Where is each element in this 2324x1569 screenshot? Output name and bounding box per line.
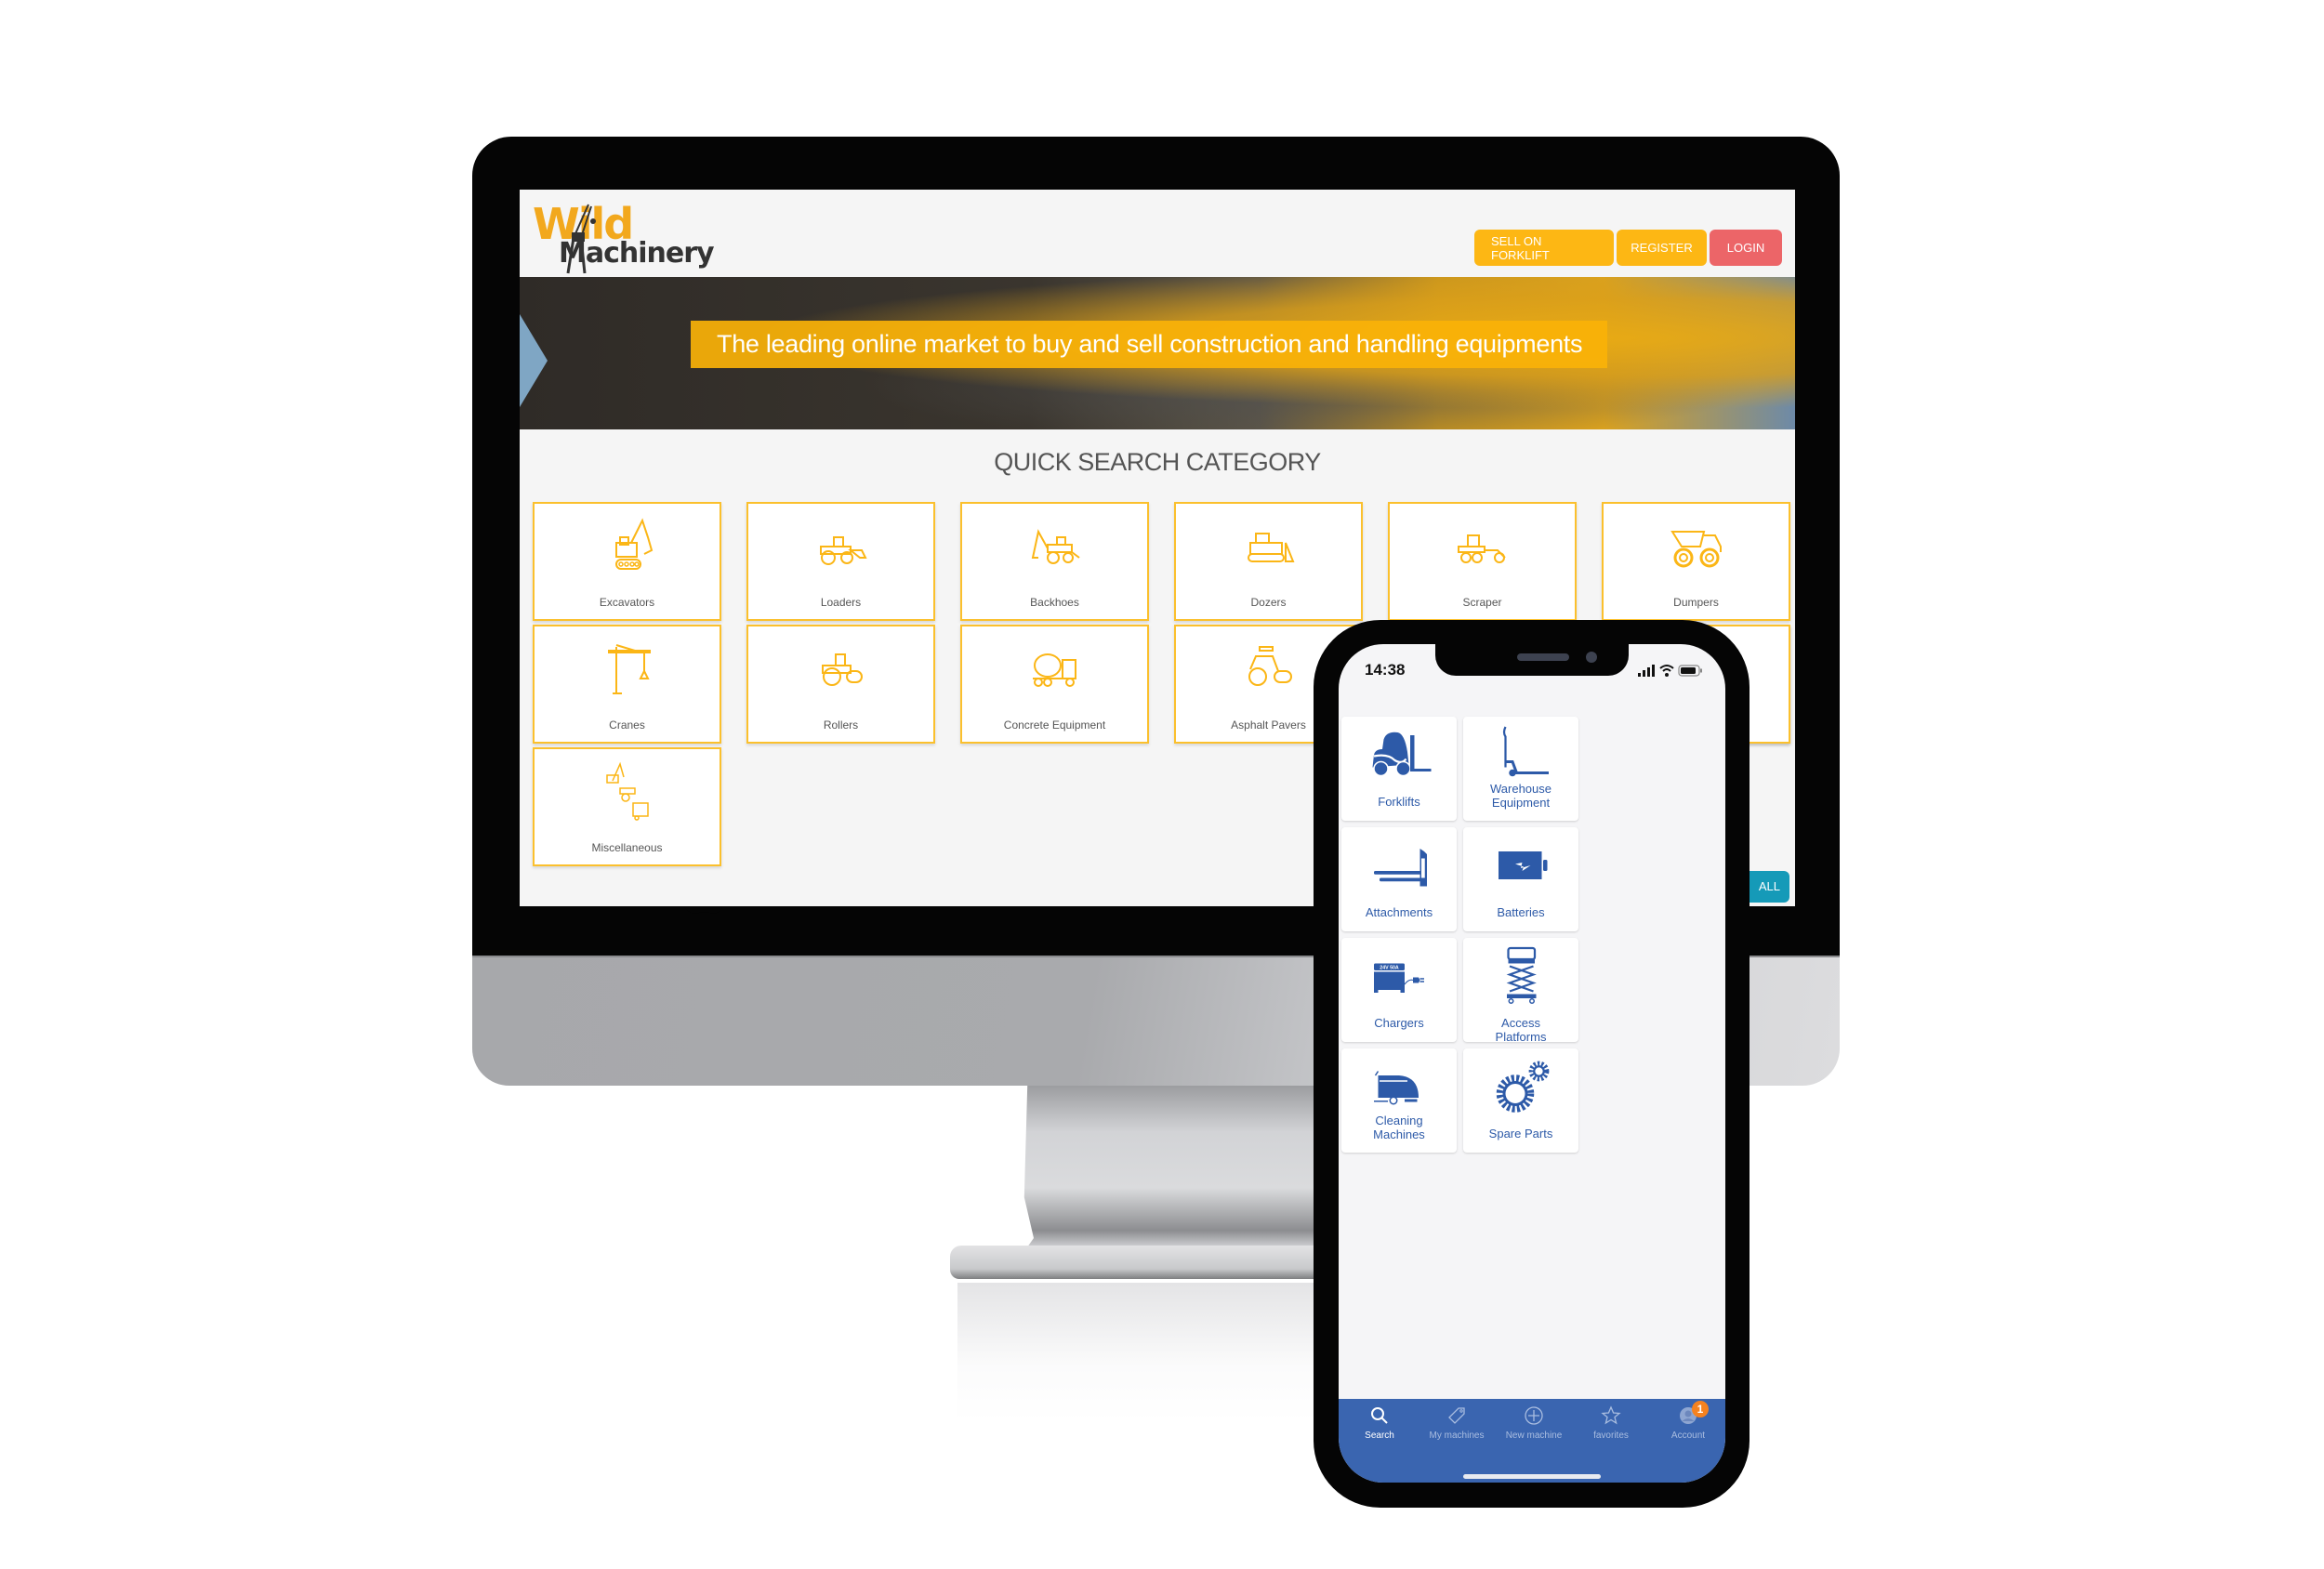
category-label: Cranes [609, 719, 645, 732]
status-icons [1638, 665, 1702, 677]
bottom-tab-bar: Search My machines New machine favorites Acc… [1339, 1399, 1725, 1483]
tab-my-machines[interactable]: My machines [1418, 1404, 1496, 1451]
battery-status-icon [1678, 665, 1702, 677]
notification-badge: 1 [1692, 1401, 1709, 1417]
scraper-icon [1458, 534, 1506, 563]
forklift-icon [1372, 732, 1432, 777]
quick-search-title: QUICK SEARCH CATEGORY [994, 448, 1321, 476]
category-label: Backhoes [1030, 596, 1079, 609]
category-card-loaders[interactable]: Loaders [746, 502, 935, 621]
app-tile-access-platforms[interactable]: Access Platforms [1463, 938, 1578, 1044]
signal-icon [1638, 665, 1655, 677]
asphalt-paver-icon [1248, 646, 1292, 686]
monitor-stand [1018, 1086, 1334, 1272]
crane-icon [608, 644, 651, 694]
category-card-backhoes[interactable]: Backhoes [960, 502, 1149, 621]
hero-sky [520, 314, 548, 407]
tile-label: Access Platforms [1495, 1016, 1547, 1044]
category-label: Excavators [599, 596, 655, 609]
speaker [1517, 653, 1569, 661]
category-label: Miscellaneous [591, 841, 663, 854]
app-tile-warehouse-equipment[interactable]: Warehouse Equipment [1463, 717, 1578, 821]
concrete-mixer-icon [1033, 653, 1076, 687]
category-card-cranes[interactable]: Cranes [533, 625, 721, 744]
tab-label: New machine [1505, 1431, 1563, 1441]
tab-account[interactable]: Account 1 [1649, 1401, 1725, 1451]
charger-icon: 24V 50A [1374, 963, 1424, 993]
dozer-icon [1248, 533, 1295, 562]
register-button[interactable]: REGISTER [1617, 230, 1707, 266]
tile-label: Attachments [1365, 905, 1433, 919]
tile-label: Spare Parts [1488, 1127, 1553, 1140]
home-indicator[interactable] [1463, 1474, 1601, 1479]
status-time: 14:38 [1365, 661, 1406, 679]
plus-circle-icon [1525, 1406, 1543, 1425]
app-tile-chargers[interactable]: 24V 50A Chargers [1341, 938, 1457, 1042]
tab-new-machine[interactable]: New machine [1495, 1404, 1573, 1451]
category-card-concrete-equipment[interactable]: Concrete Equipment [960, 625, 1149, 744]
category-card-dumpers[interactable]: Dumpers [1602, 502, 1790, 621]
category-card-miscellaneous[interactable]: Miscellaneous [533, 747, 721, 866]
tab-label: favorites [1593, 1431, 1629, 1441]
tag-icon [1448, 1407, 1465, 1424]
logo-machinery-text: Machinery [559, 237, 715, 270]
hero-banner-image: The leading online market to buy and sel… [520, 277, 1795, 429]
tab-favorites[interactable]: favorites [1572, 1404, 1650, 1451]
login-button[interactable]: LOGIN [1710, 230, 1782, 266]
stand-reflection [957, 1283, 1329, 1422]
dumper-icon [1670, 531, 1722, 568]
category-card-rollers[interactable]: Rollers [746, 625, 935, 744]
hero-tagline: The leading online market to buy and sel… [691, 321, 1607, 368]
tab-label: Account [1670, 1431, 1706, 1441]
svg-text:24V 50A: 24V 50A [1380, 966, 1399, 971]
star-icon [1601, 1405, 1621, 1425]
app-tile-batteries[interactable]: Batteries [1463, 827, 1578, 931]
site-header: Wild Machinery SELL ON FORKLIFT REGISTER… [520, 190, 1795, 277]
tile-label: Chargers [1374, 1016, 1424, 1030]
category-card-excavators[interactable]: Excavators [533, 502, 721, 621]
fork-attachment-icon [1374, 849, 1427, 887]
tab-label: My machines [1429, 1431, 1485, 1441]
backhoe-icon [1031, 529, 1080, 564]
app-tile-forklifts[interactable]: Forklifts [1341, 717, 1457, 821]
category-card-dozers[interactable]: Dozers [1174, 502, 1363, 621]
category-label: Loaders [820, 596, 862, 609]
wild-machinery-logo[interactable]: Wild Machinery [533, 201, 728, 277]
roller-icon [822, 653, 863, 686]
category-label: Dozers [1250, 596, 1287, 609]
miscellaneous-icon [606, 761, 649, 821]
category-card-scraper[interactable]: Scraper [1388, 502, 1577, 621]
app-tile-attachments[interactable]: Attachments [1341, 827, 1457, 931]
tile-label: Batteries [1497, 905, 1545, 919]
sell-on-forklift-button[interactable]: SELL ON FORKLIFT [1474, 230, 1614, 266]
loader-icon [820, 536, 867, 565]
excavator-icon [615, 518, 654, 570]
app-tile-cleaning-machines[interactable]: Cleaning Machines [1341, 1048, 1457, 1153]
category-label: Concrete Equipment [1003, 719, 1106, 732]
app-tile-spare-parts[interactable]: Spare Parts [1463, 1048, 1578, 1153]
gears-icon [1496, 1061, 1550, 1113]
tile-label: Forklifts [1378, 795, 1420, 809]
mobile-app-screen: 14:38 Forklifts Warehouse Equipment Attach… [1339, 644, 1725, 1483]
monitor-stand-base [950, 1246, 1340, 1279]
front-camera [1586, 652, 1597, 663]
category-label: Scraper [1462, 596, 1502, 609]
battery-icon [1499, 851, 1548, 879]
search-icon [1371, 1407, 1388, 1424]
tab-search[interactable]: Search [1340, 1404, 1419, 1451]
phone-notch [1435, 644, 1629, 676]
header-actions: SELL ON FORKLIFT REGISTER LOGIN [1474, 230, 1782, 266]
tab-label: Search [1365, 1431, 1394, 1441]
tile-label: Warehouse Equipment [1490, 782, 1552, 810]
category-label: Dumpers [1673, 596, 1719, 609]
scissor-lift-icon [1506, 946, 1537, 1004]
tile-label: Cleaning Machines [1373, 1114, 1425, 1141]
wifi-icon [1659, 665, 1674, 672]
category-label: Rollers [823, 719, 859, 732]
